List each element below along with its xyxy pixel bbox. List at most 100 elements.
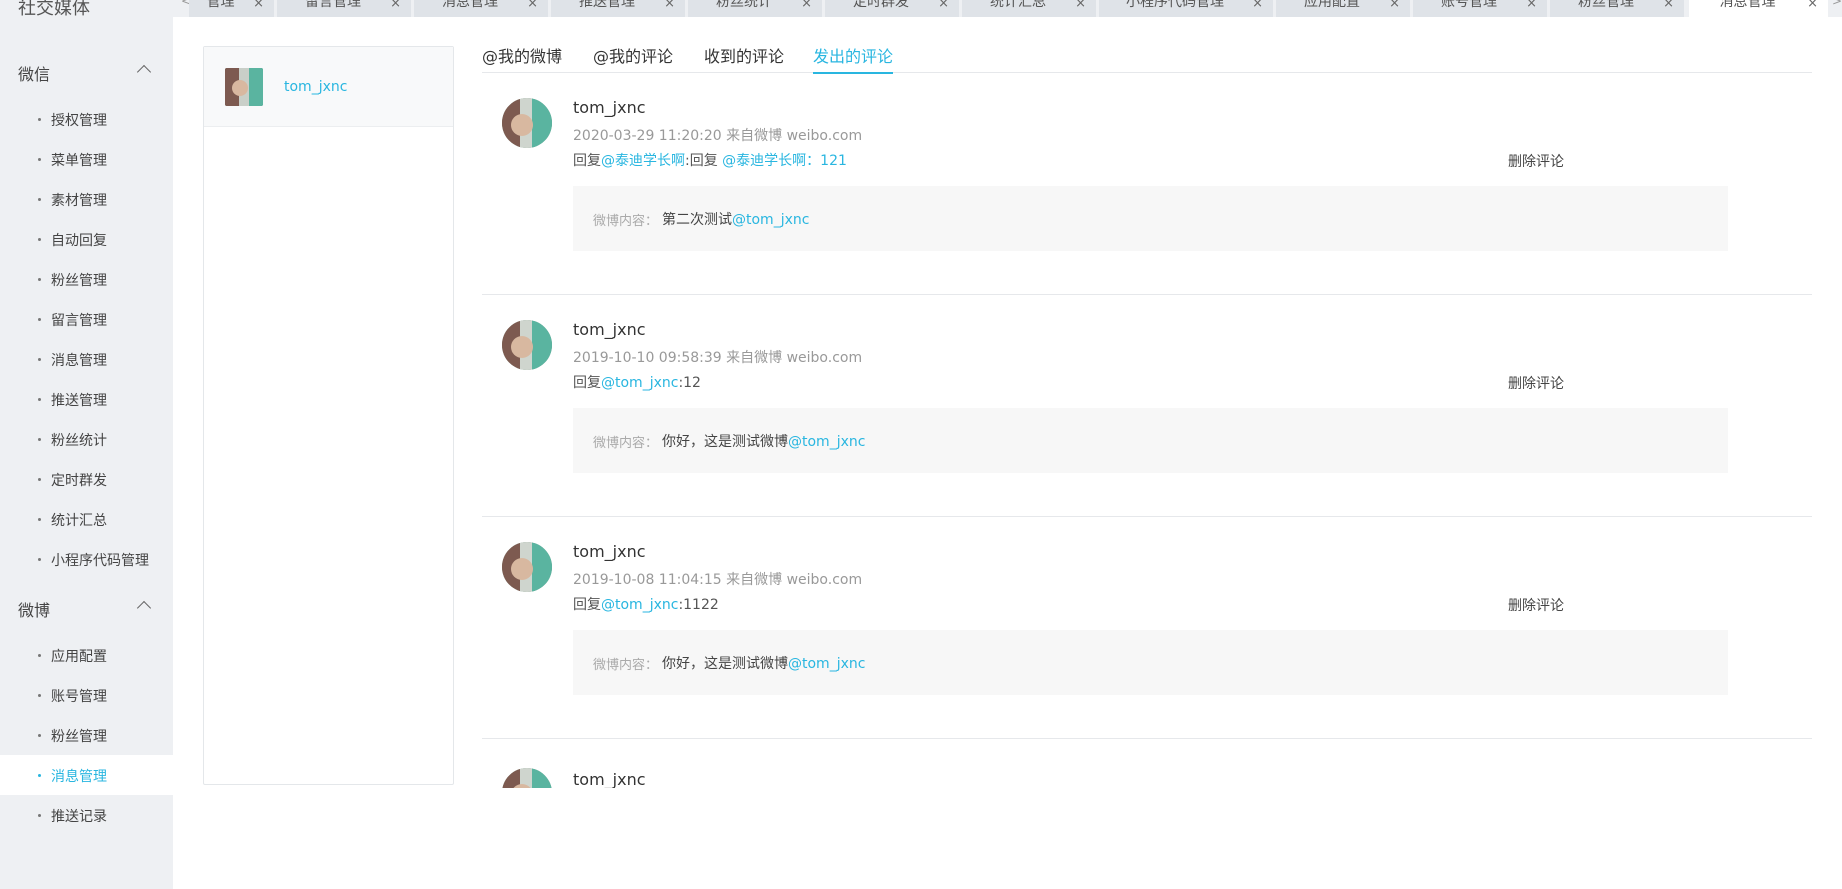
avatar xyxy=(502,542,552,592)
sidebar-item-accounts[interactable]: 账号管理 xyxy=(0,675,173,715)
close-icon[interactable]: × xyxy=(253,0,264,11)
weibo-content-box: 微博内容： 你好，这是测试微博@tom_jxnc xyxy=(573,408,1728,473)
reply-mid: :12 xyxy=(678,375,701,391)
page-tab[interactable]: 统计汇总 × xyxy=(962,0,1096,17)
close-icon[interactable]: × xyxy=(527,0,538,11)
sidebar-item-messages[interactable]: 消息管理 xyxy=(0,339,173,379)
page-tab-label: 留言管理 xyxy=(305,0,361,10)
comment-text: 回复@tom_jxnc:12 xyxy=(573,372,701,392)
sidebar-item-summary[interactable]: 统计汇总 xyxy=(0,499,173,539)
comment-text: 回复@泰迪学长啊:回复 @泰迪学长啊：121 xyxy=(573,150,847,170)
mention-link[interactable]: @tom_jxnc xyxy=(601,375,678,391)
page-tab[interactable]: 应用配置 × xyxy=(1276,0,1410,17)
close-icon[interactable]: × xyxy=(1075,0,1086,11)
sidebar-item-label: 授权管理 xyxy=(51,113,107,129)
close-icon[interactable]: × xyxy=(1252,0,1263,11)
sidebar-item-label: 素材管理 xyxy=(51,193,107,209)
comment-user-name: tom_jxnc xyxy=(573,98,646,117)
comment-meta: 2019-10-10 09:58:39 来自微博 weibo.com xyxy=(573,350,863,366)
tab-sent-comments[interactable]: 发出的评论 xyxy=(813,43,894,74)
sidebar-item-miniprogram[interactable]: 小程序代码管理 xyxy=(0,539,173,579)
page-tab[interactable]: 管理 × xyxy=(189,0,274,17)
sidebar-item-materials[interactable]: 素材管理 xyxy=(0,179,173,219)
chevron-up-icon xyxy=(136,600,152,616)
weibo-content-box: 微博内容： 第二次测试@tom_jxnc xyxy=(573,186,1728,251)
delete-comment-button[interactable]: 删除评论 xyxy=(1508,373,1564,393)
account-item[interactable]: tom_jxnc xyxy=(204,47,453,127)
account-panel: tom_jxnc xyxy=(203,46,454,785)
sidebar-item-label: 定时群发 xyxy=(51,473,107,489)
close-icon[interactable]: × xyxy=(390,0,401,11)
bullet-icon xyxy=(38,558,41,561)
page-tab[interactable]: 小程序代码管理 × xyxy=(1099,0,1273,17)
page-tab-label: 消息管理 xyxy=(1719,0,1776,10)
close-icon[interactable]: × xyxy=(1526,0,1537,11)
mention-link[interactable]: @tom_jxnc xyxy=(601,597,678,613)
bullet-icon xyxy=(38,278,41,281)
mention-link[interactable]: @tom_jxnc xyxy=(788,434,865,450)
sidebar-item-label: 应用配置 xyxy=(51,649,107,665)
comment-text: 回复@tom_jxnc:1122 xyxy=(573,594,719,614)
sidebar-item-push-records[interactable]: 推送记录 xyxy=(0,795,173,835)
weibo-content-box: 微博内容： 你好，这是测试微博@tom_jxnc xyxy=(573,630,1728,695)
bullet-icon xyxy=(38,734,41,737)
sidebar-item-auth[interactable]: 授权管理 xyxy=(0,99,173,139)
sidebar-item-fans[interactable]: 粉丝管理 xyxy=(0,259,173,299)
page-tab[interactable]: 消息管理 × xyxy=(414,0,548,17)
sidebar-item-menu[interactable]: 菜单管理 xyxy=(0,139,173,179)
bullet-icon xyxy=(38,814,41,817)
chevron-up-icon xyxy=(136,64,152,80)
bullet-icon xyxy=(38,198,41,201)
sidebar-item-push[interactable]: 推送管理 xyxy=(0,379,173,419)
page-tab-label: 统计汇总 xyxy=(990,0,1046,10)
sidebar-item-weibo-fans[interactable]: 粉丝管理 xyxy=(0,715,173,755)
close-icon[interactable]: × xyxy=(1389,0,1400,11)
sidebar-item-scheduled[interactable]: 定时群发 xyxy=(0,459,173,499)
tab-my-weibo[interactable]: @我的微博 xyxy=(482,43,562,72)
page-tab[interactable]: 粉丝管理 × xyxy=(1550,0,1684,17)
comment-meta: 2020-03-29 11:20:20 来自微博 weibo.com xyxy=(573,128,863,144)
close-icon[interactable]: × xyxy=(1807,0,1818,11)
sidebar: 社交媒体 微信 授权管理 菜单管理 素材管理 自动回复 粉丝管理 留言管理 消息… xyxy=(0,0,173,889)
bullet-icon xyxy=(38,158,41,161)
weibo-content-prefix: 微博内容： xyxy=(593,214,659,229)
bullet-icon xyxy=(38,478,41,481)
page-tab-label: 应用配置 xyxy=(1304,0,1360,10)
page-tab[interactable]: 留言管理 × xyxy=(277,0,411,17)
page-tab[interactable]: 定时群发 × xyxy=(825,0,959,17)
page-tab-active[interactable]: 消息管理 × xyxy=(1689,0,1828,17)
delete-comment-button[interactable]: 删除评论 xyxy=(1508,151,1564,171)
tab-received-comments[interactable]: 收到的评论 xyxy=(704,43,784,72)
mention-link[interactable]: @泰迪学长啊：121 xyxy=(722,153,847,169)
close-icon[interactable]: × xyxy=(1663,0,1674,11)
sidebar-item-label: 自动回复 xyxy=(51,233,107,249)
page-tab[interactable]: 推送管理 × xyxy=(551,0,685,17)
delete-comment-button[interactable]: 删除评论 xyxy=(1508,595,1564,615)
close-icon[interactable]: × xyxy=(664,0,675,11)
page-tab-label: 账号管理 xyxy=(1441,0,1497,10)
bullet-icon xyxy=(38,238,41,241)
page-tab[interactable]: 账号管理 × xyxy=(1413,0,1547,17)
sidebar-item-comments[interactable]: 留言管理 xyxy=(0,299,173,339)
reply-prefix: 回复 xyxy=(573,597,601,613)
bullet-icon xyxy=(38,694,41,697)
sidebar-item-app-config[interactable]: 应用配置 xyxy=(0,635,173,675)
close-icon[interactable]: × xyxy=(801,0,812,11)
sidebar-item-weibo-messages[interactable]: 消息管理 xyxy=(0,755,173,795)
menu-group-wechat[interactable]: 微信 xyxy=(0,51,173,91)
menu-group-weibo[interactable]: 微博 xyxy=(0,587,173,627)
page-tab-label: 消息管理 xyxy=(442,0,498,10)
close-icon[interactable]: × xyxy=(938,0,949,11)
comment-meta: 2019-10-08 11:04:15 来自微博 weibo.com xyxy=(573,572,863,588)
tab-my-comments[interactable]: @我的评论 xyxy=(593,43,673,72)
sidebar-item-auto-reply[interactable]: 自动回复 xyxy=(0,219,173,259)
page-tab[interactable]: 粉丝统计 × xyxy=(688,0,822,17)
mention-link[interactable]: @泰迪学长啊 xyxy=(601,153,685,169)
reply-prefix: 回复 xyxy=(573,153,601,169)
comment-user-name: tom_jxnc xyxy=(573,770,646,788)
mention-link[interactable]: @tom_jxnc xyxy=(788,656,865,672)
tab-scroll-right-button[interactable]: > xyxy=(1830,0,1842,17)
bullet-icon xyxy=(38,518,41,521)
sidebar-item-fan-stats[interactable]: 粉丝统计 xyxy=(0,419,173,459)
mention-link[interactable]: @tom_jxnc xyxy=(732,212,809,228)
